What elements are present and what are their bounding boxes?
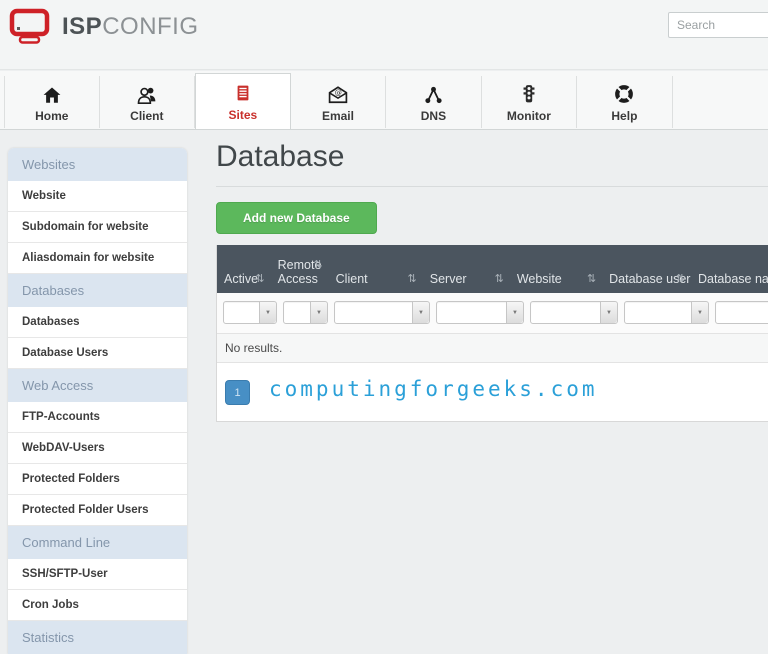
- sort-icon[interactable]: ⇅: [587, 272, 596, 286]
- tab-home[interactable]: Home: [4, 76, 100, 128]
- ispconfig-monitor-icon: [8, 8, 54, 46]
- help-lifering-icon: [614, 82, 634, 104]
- tab-label: DNS: [421, 109, 446, 123]
- sidebar-item-aliasdomain[interactable]: Aliasdomain for website: [8, 243, 187, 274]
- sidebar-item-ssh-sftp-user[interactable]: SSH/SFTP-User: [8, 559, 187, 590]
- email-envelope-icon: @: [327, 82, 349, 104]
- sidebar-item-database-users[interactable]: Database Users: [8, 338, 187, 369]
- filter-select-client[interactable]: ▼: [334, 301, 430, 324]
- filter-select-database-name-clipped[interactable]: ▼: [715, 301, 768, 324]
- column-header-remote-access: Remote Access ⇅: [271, 258, 329, 286]
- sidebar-item-subdomain[interactable]: Subdomain for website: [8, 212, 187, 243]
- tab-client[interactable]: Client: [100, 76, 195, 128]
- top-header: ISPCONFIG: [0, 0, 768, 70]
- sites-document-icon: [234, 81, 252, 103]
- logo-text-config: CONFIG: [102, 13, 198, 40]
- sidebar-item-website[interactable]: Website: [8, 181, 187, 212]
- sidebar-item-webdav-users[interactable]: WebDAV-Users: [8, 433, 187, 464]
- dropdown-arrow-icon[interactable]: ▼: [412, 302, 429, 323]
- filter-select-database-user[interactable]: ▼: [624, 301, 709, 324]
- sidebar-section-websites: Websites: [8, 148, 187, 181]
- sort-icon[interactable]: ⇅: [255, 272, 264, 286]
- filter-select-server[interactable]: ▼: [436, 301, 524, 324]
- tab-email[interactable]: @ Email: [291, 76, 386, 128]
- sidebar-item-protected-folder-users[interactable]: Protected Folder Users: [8, 495, 187, 526]
- column-header-client: Client ⇅: [329, 272, 423, 286]
- page-title: Database: [216, 140, 768, 174]
- svg-text:@: @: [335, 88, 342, 97]
- watermark-text: computingforgeeks.com: [269, 377, 598, 401]
- dropdown-arrow-icon[interactable]: ▼: [600, 302, 617, 323]
- dropdown-arrow-icon[interactable]: ▼: [691, 302, 708, 323]
- column-header-database-user: Database user ⇅: [602, 272, 691, 286]
- column-header-active: Active ⇅: [217, 272, 271, 286]
- home-icon: [42, 82, 62, 104]
- tab-dns[interactable]: DNS: [386, 76, 481, 128]
- column-header-website: Website ⇅: [510, 272, 602, 286]
- sidebar-section-web-access: Web Access: [8, 369, 187, 402]
- sidebar-section-databases: Databases: [8, 274, 187, 307]
- filter-select-active[interactable]: ▼: [223, 301, 277, 324]
- tab-label: Monitor: [507, 109, 551, 123]
- tab-help[interactable]: Help: [577, 76, 672, 128]
- dropdown-arrow-icon[interactable]: ▼: [310, 302, 327, 323]
- tab-partial-clipped[interactable]: [673, 76, 768, 128]
- main-navigation: Home Client Sites: [0, 71, 768, 130]
- sidebar-item-protected-folders[interactable]: Protected Folders: [8, 464, 187, 495]
- column-header-server: Server ⇅: [423, 272, 510, 286]
- sort-icon[interactable]: ⇅: [408, 272, 417, 286]
- sidebar-item-cron-jobs[interactable]: Cron Jobs: [8, 590, 187, 621]
- sidebar-item-ftp-accounts[interactable]: FTP-Accounts: [8, 402, 187, 433]
- main-content: Database Add new Database Active ⇅ Remot…: [216, 132, 768, 422]
- sidebar-menu: Websites Website Subdomain for website A…: [8, 148, 187, 654]
- filter-select-website[interactable]: ▼: [530, 301, 618, 324]
- sort-icon[interactable]: ⇅: [313, 258, 322, 272]
- pagination-page-1-button[interactable]: 1: [225, 380, 250, 405]
- filter-select-remote-access[interactable]: ▼: [283, 301, 328, 324]
- sort-icon[interactable]: ⇅: [495, 272, 504, 286]
- title-divider: [216, 186, 768, 187]
- search-input[interactable]: [668, 12, 768, 38]
- logo-text: ISPCONFIG: [62, 13, 199, 41]
- monitor-trafficlight-icon: [522, 82, 536, 104]
- sidebar-section-command-line: Command Line: [8, 526, 187, 559]
- sidebar-item-databases[interactable]: Databases: [8, 307, 187, 338]
- database-table: Active ⇅ Remote Access ⇅ Client ⇅ Server…: [216, 245, 768, 422]
- add-new-database-button[interactable]: Add new Database: [216, 202, 377, 234]
- no-results-message: No results.: [217, 333, 768, 363]
- sort-icon[interactable]: ⇅: [676, 272, 685, 286]
- logo-text-isp: ISP: [62, 13, 102, 40]
- sidebar-section-statistics-clipped: Statistics: [8, 621, 187, 654]
- table-filter-row: ▼ ▼ ▼ ▼ ▼ ▼ ▼: [217, 293, 768, 333]
- tab-sites[interactable]: Sites: [195, 73, 291, 129]
- dropdown-arrow-icon[interactable]: ▼: [259, 302, 276, 323]
- table-header-row: Active ⇅ Remote Access ⇅ Client ⇅ Server…: [217, 245, 768, 293]
- tab-label: Home: [35, 109, 68, 123]
- tab-label: Help: [611, 109, 637, 123]
- tab-label: Sites: [229, 108, 258, 122]
- ispconfig-logo: ISPCONFIG: [8, 8, 199, 46]
- dns-network-icon: [423, 82, 444, 104]
- column-header-database-name-clipped: Database name: [691, 272, 768, 286]
- dropdown-arrow-icon[interactable]: ▼: [506, 302, 523, 323]
- client-people-icon: [136, 82, 158, 104]
- tab-label: Email: [322, 109, 354, 123]
- tab-label: Client: [130, 109, 163, 123]
- tab-monitor[interactable]: Monitor: [482, 76, 577, 128]
- table-footer: 1 computingforgeeks.com: [217, 363, 768, 421]
